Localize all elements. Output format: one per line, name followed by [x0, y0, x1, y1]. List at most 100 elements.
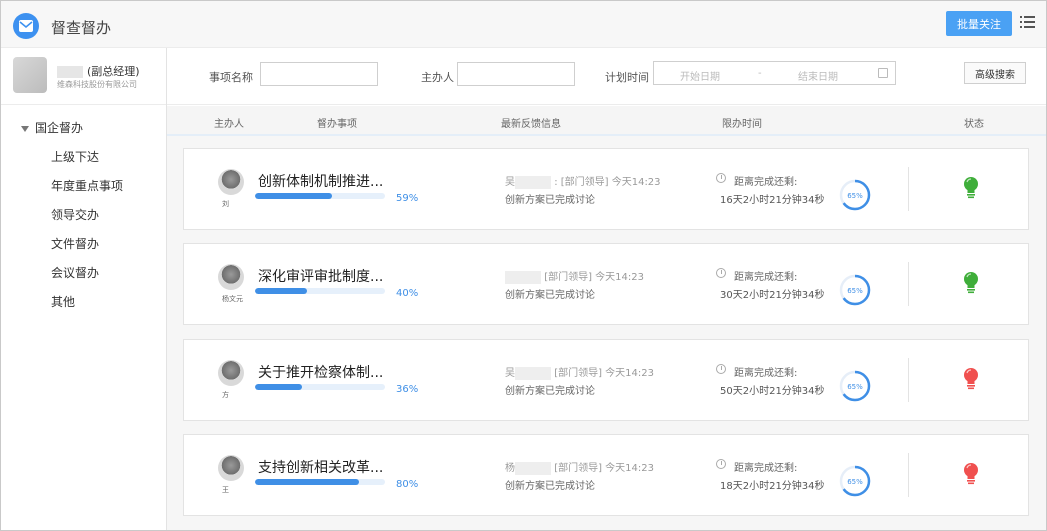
sidebar-item-meeting[interactable]: 会议督办 — [51, 264, 99, 281]
advanced-search-button[interactable]: 高级搜索 — [964, 62, 1026, 84]
feedback-meta: : [部门领导] 今天14:23 — [554, 177, 661, 188]
feedback-author: [部门领导] 今天14:23 — [505, 268, 644, 284]
status-bulb-icon — [962, 271, 980, 300]
task-title[interactable]: 创新体制机制推进... — [258, 171, 383, 191]
progress-bar — [255, 193, 385, 199]
remaining-time: 30天2小时21分钟34秒 — [720, 290, 825, 301]
feedback-meta: [部门领导] 今天14:23 — [544, 272, 644, 283]
progress-fill — [255, 193, 332, 199]
col-status: 状态 — [964, 119, 984, 130]
status-bulb-icon — [962, 462, 980, 491]
list-menu-icon[interactable] — [1020, 15, 1036, 29]
completion-ring-text: 65% — [847, 192, 863, 200]
sidebar-item-superior-assigned[interactable]: 上级下达 — [51, 148, 99, 165]
feedback-author: 吴 : [部门领导] 今天14:23 — [505, 173, 661, 189]
clock-icon — [716, 173, 726, 183]
list-item[interactable]: 王 支持创新相关改革... 80% 杨 [部门领导] 今天14:23 创新方案已完成讨论… — [183, 434, 1029, 516]
remaining-label: 距离完成还剩: — [734, 272, 798, 283]
owner-name: 方 — [222, 391, 229, 399]
nav-group-label: 国企督办 — [35, 121, 84, 135]
task-list: 刘 创新体制机制推进... 59% 吴 : [部门领导] 今天14:23 创新方案已完成… — [167, 136, 1046, 530]
col-item: 督办事项 — [317, 119, 357, 130]
completion-ring-text: 65% — [847, 287, 863, 295]
remaining-label: 距离完成还剩: — [734, 177, 798, 188]
owner-name: 王 — [222, 486, 229, 494]
owner-avatar — [218, 169, 244, 195]
date-separator: - — [758, 68, 762, 79]
clock-icon — [716, 459, 726, 469]
status-bulb-icon — [962, 176, 980, 205]
progress-bar — [255, 384, 385, 390]
completion-ring: 65% — [838, 464, 872, 501]
completion-ring-text: 65% — [847, 383, 863, 391]
calendar-icon[interactable] — [878, 68, 888, 78]
avatar — [13, 57, 47, 93]
clock-icon — [716, 364, 726, 374]
feedback-author-name: 吴 — [505, 368, 515, 379]
app-window: 督查督办 批量关注 (副总经理) 维森科技股份有限公司 国企督办 上级下达 年度… — [0, 0, 1047, 531]
item-name-input[interactable] — [260, 62, 378, 86]
completion-ring: 65% — [838, 369, 872, 406]
list-item[interactable]: 方 关于推开检察体制... 36% 吴 [部门领导] 今天14:23 创新方案已完成讨论… — [183, 339, 1029, 421]
user-card: (副总经理) 维森科技股份有限公司 — [1, 48, 166, 105]
feedback-text: 创新方案已完成讨论 — [505, 195, 595, 206]
list-item[interactable]: 刘 创新体制机制推进... 59% 吴 : [部门领导] 今天14:23 创新方案已完成… — [183, 148, 1029, 230]
divider — [908, 358, 909, 402]
sidebar-item-document[interactable]: 文件督办 — [51, 235, 99, 252]
app-title: 督查督办 — [51, 19, 112, 37]
col-owner: 主办人 — [214, 119, 244, 130]
feedback-author-name: 杨 — [505, 463, 515, 474]
progress-fill — [255, 384, 302, 390]
progress-bar — [255, 479, 385, 485]
progress-percent: 40% — [396, 288, 419, 299]
feedback-meta: [部门领导] 今天14:23 — [554, 463, 654, 474]
owner-input[interactable] — [457, 62, 575, 86]
plan-time-label: 计划时间 — [605, 71, 649, 84]
nav-group-soe-supervision[interactable]: 国企督办 — [21, 119, 83, 136]
sidebar: (副总经理) 维森科技股份有限公司 国企督办 上级下达 年度重点事项 领导交办 … — [1, 48, 167, 530]
sidebar-item-other[interactable]: 其他 — [51, 293, 75, 310]
owner-name: 杨文元 — [222, 295, 243, 303]
progress-percent: 59% — [396, 193, 419, 204]
end-date-placeholder[interactable]: 结束日期 — [798, 68, 838, 83]
status-bulb-icon — [962, 367, 980, 396]
table-header: 主办人 督办事项 最新反馈信息 限办时间 状态 — [167, 106, 1046, 136]
clock-icon — [716, 268, 726, 278]
user-role: (副总经理) — [87, 65, 140, 78]
task-title[interactable]: 深化审评审批制度... — [258, 266, 383, 286]
supervision-logo-icon — [13, 13, 39, 39]
progress-percent: 80% — [396, 479, 419, 490]
sidebar-item-annual-key[interactable]: 年度重点事项 — [51, 177, 123, 194]
progress-bar — [255, 288, 385, 294]
progress-fill — [255, 288, 307, 294]
feedback-author: 杨 [部门领导] 今天14:23 — [505, 459, 654, 475]
list-item[interactable]: 杨文元 深化审评审批制度... 40% [部门领导] 今天14:23 创新方案已完成讨… — [183, 243, 1029, 325]
remaining-label: 距离完成还剩: — [734, 463, 798, 474]
start-date-placeholder[interactable]: 开始日期 — [680, 68, 720, 83]
remaining-time: 18天2小时21分钟34秒 — [720, 481, 825, 492]
feedback-author: 吴 [部门领导] 今天14:23 — [505, 364, 654, 380]
divider — [908, 167, 909, 211]
remaining-time: 16天2小时21分钟34秒 — [720, 195, 825, 206]
task-title[interactable]: 关于推开检察体制... — [258, 362, 383, 382]
divider — [908, 453, 909, 497]
owner-avatar — [218, 455, 244, 481]
sidebar-item-leader-assigned[interactable]: 领导交办 — [51, 206, 99, 223]
batch-follow-button[interactable]: 批量关注 — [946, 11, 1012, 36]
feedback-author-name: 吴 — [505, 177, 515, 188]
caret-down-icon — [21, 125, 29, 132]
owner-name: 刘 — [222, 200, 229, 208]
progress-fill — [255, 479, 359, 485]
remaining-label: 距离完成还剩: — [734, 368, 798, 379]
col-deadline: 限办时间 — [722, 119, 762, 130]
progress-percent: 36% — [396, 384, 419, 395]
item-name-label: 事项名称 — [209, 71, 253, 84]
divider — [908, 262, 909, 306]
top-bar: 督查督办 批量关注 — [1, 1, 1046, 48]
task-title[interactable]: 支持创新相关改革... — [258, 457, 383, 477]
feedback-text: 创新方案已完成讨论 — [505, 481, 595, 492]
user-name: (副总经理) — [57, 63, 140, 79]
feedback-meta: [部门领导] 今天14:23 — [554, 368, 654, 379]
date-range-input[interactable]: 开始日期 - 结束日期 — [653, 61, 896, 85]
user-company: 维森科技股份有限公司 — [57, 80, 137, 89]
